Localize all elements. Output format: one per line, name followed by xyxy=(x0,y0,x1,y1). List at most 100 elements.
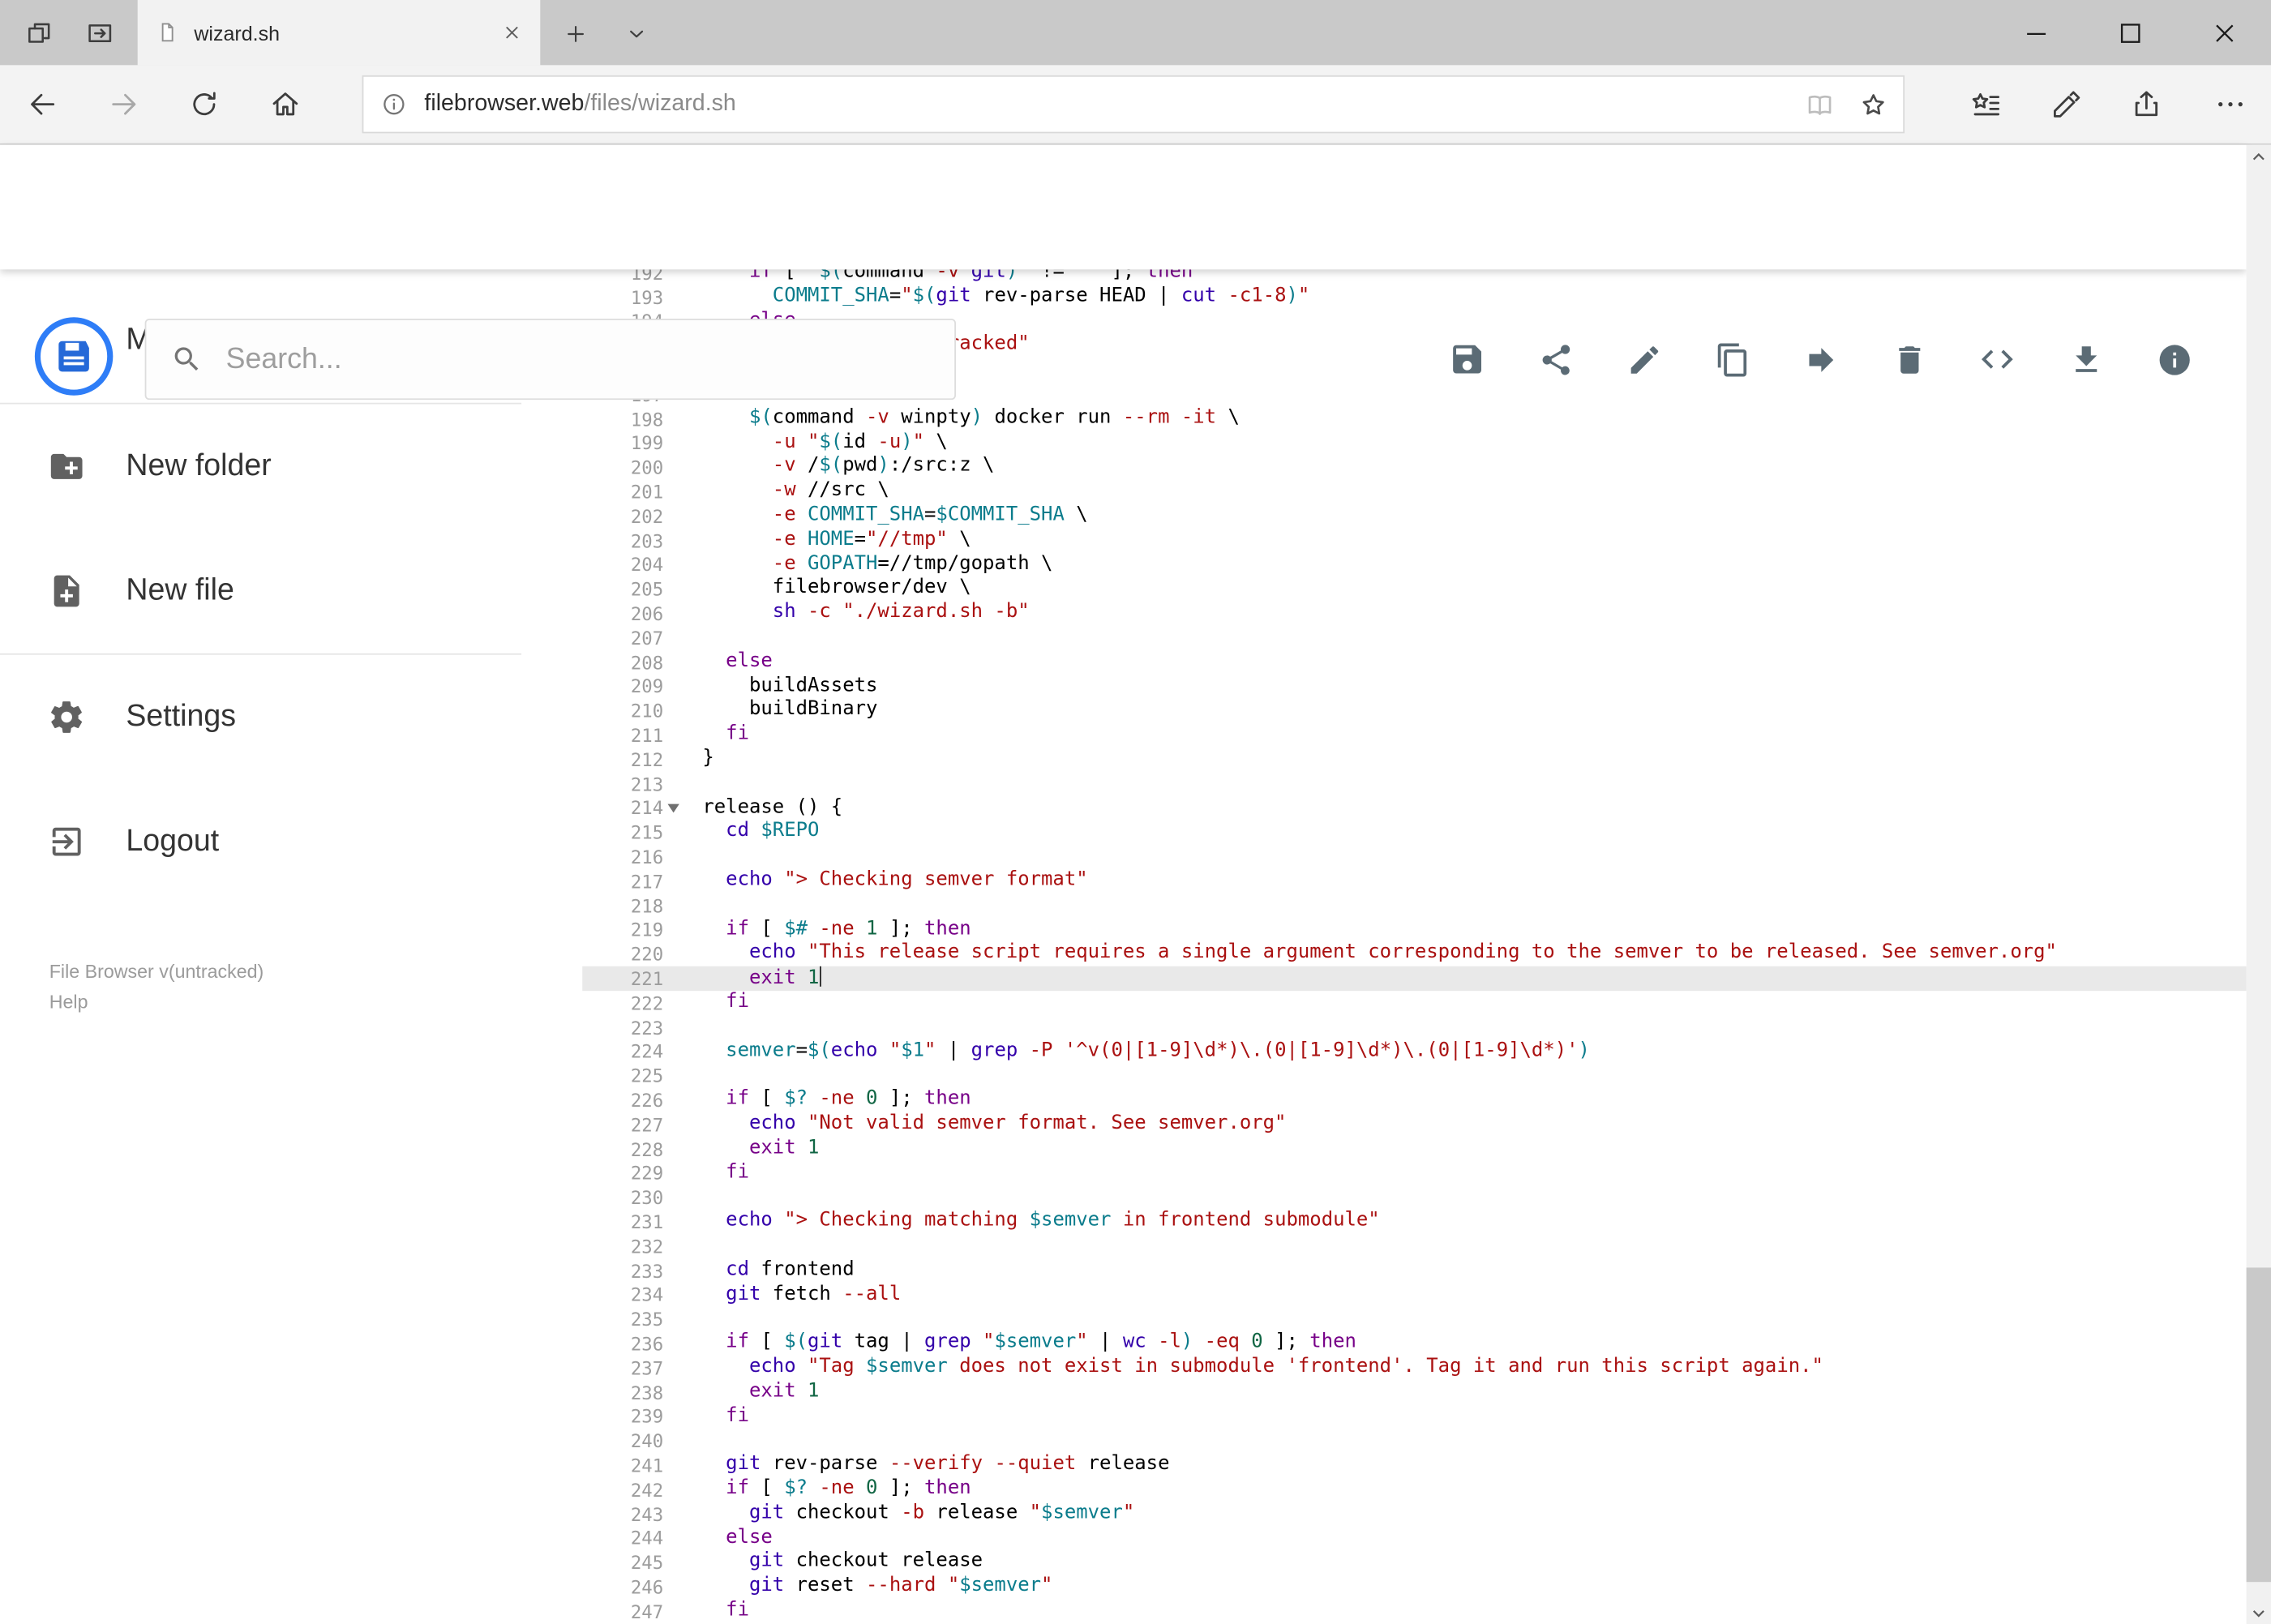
code-line[interactable]: 211 fi xyxy=(582,723,2247,748)
hub-favorites-button[interactable] xyxy=(1956,75,2014,133)
code-line[interactable]: 236 if [ $(git tag | grep "$semver" | wc… xyxy=(582,1331,2247,1356)
code-line[interactable]: 200 -v /$(pwd):/src:z \ xyxy=(582,456,2247,480)
copy-button[interactable] xyxy=(1713,341,1750,378)
code-line[interactable]: 247 fi xyxy=(582,1600,2247,1624)
code-line[interactable]: 240 xyxy=(582,1429,2247,1453)
info-button[interactable] xyxy=(2155,341,2192,378)
search-box[interactable] xyxy=(144,319,956,401)
code-text: exit 1 xyxy=(748,1380,820,1403)
code-line[interactable]: 241 git rev-parse --verify --quiet relea… xyxy=(582,1453,2247,1477)
code-line[interactable]: 198 $(command -v winpty) docker run --rm… xyxy=(582,407,2247,431)
code-line[interactable]: 243 git checkout -b release "$semver" xyxy=(582,1502,2247,1527)
code-line[interactable]: 225 xyxy=(582,1064,2247,1088)
code-line[interactable]: 234 git fetch --all xyxy=(582,1283,2247,1307)
code-line[interactable]: 231 echo "> Checking matching $semver in… xyxy=(582,1210,2247,1234)
share-button[interactable] xyxy=(2118,75,2175,133)
code-line[interactable]: 212} xyxy=(582,748,2247,772)
forward-button[interactable] xyxy=(96,75,153,133)
new-tab-button[interactable] xyxy=(547,6,602,61)
code-line[interactable]: 214 release () { xyxy=(582,796,2247,821)
browser-tab[interactable]: wizard.sh xyxy=(137,0,541,66)
help-link[interactable]: Help xyxy=(49,987,521,1018)
code-line[interactable]: 207 xyxy=(582,626,2247,650)
code-line[interactable]: 213 xyxy=(582,772,2247,796)
code-line[interactable]: 206 sh -c "./wizard.sh -b" xyxy=(582,602,2247,626)
code-line[interactable]: 242 if [ $? -ne 0 ]; then xyxy=(582,1478,2247,1502)
code-line[interactable]: 215 cd $REPO xyxy=(582,821,2247,845)
code-line[interactable]: 233 cd frontend xyxy=(582,1258,2247,1283)
save-button[interactable] xyxy=(1448,341,1485,378)
code-line[interactable]: 217 echo "> Checking semver format" xyxy=(582,869,2247,893)
site-info-icon[interactable] xyxy=(381,92,407,118)
favorite-star-icon[interactable] xyxy=(1858,89,1889,120)
code-line[interactable]: 202 -e COMMIT_SHA=$COMMIT_SHA \ xyxy=(582,504,2247,529)
code-line[interactable]: 204 -e GOPATH=//tmp/gopath \ xyxy=(582,553,2247,577)
close-tab-icon[interactable] xyxy=(501,22,523,44)
scroll-down-button[interactable] xyxy=(2247,1600,2271,1624)
code-line[interactable]: 229 fi xyxy=(582,1161,2247,1185)
sidebar-item-logout[interactable]: Logout xyxy=(0,779,521,904)
code-line[interactable]: 232 xyxy=(582,1234,2247,1258)
fold-arrow-icon[interactable] xyxy=(667,803,679,813)
code-line[interactable]: 226 if [ $? -ne 0 ]; then xyxy=(582,1088,2247,1112)
scrollbar-thumb[interactable] xyxy=(2246,1267,2271,1583)
code-line[interactable]: 219 if [ $# -ne 1 ]; then xyxy=(582,918,2247,942)
code-line[interactable]: 216 xyxy=(582,845,2247,869)
code-line[interactable]: 208 else xyxy=(582,650,2247,675)
code-line[interactable]: 237 echo "Tag $semver does not exist in … xyxy=(582,1356,2247,1380)
line-number: 232 xyxy=(630,1235,664,1258)
code-line[interactable]: 203 -e HOME="//tmp" \ xyxy=(582,529,2247,553)
raw-code-button[interactable] xyxy=(1978,341,2016,378)
code-line[interactable]: 235 xyxy=(582,1307,2247,1331)
sidebar-item-new-file[interactable]: New file xyxy=(0,529,521,653)
share-file-button[interactable] xyxy=(1536,341,1574,378)
home-button[interactable] xyxy=(256,75,314,133)
code-line[interactable]: 201 -w //src \ xyxy=(582,480,2247,504)
code-line[interactable]: 224 semver=$(echo "$1" | grep -P '^v(0|[… xyxy=(582,1039,2247,1064)
maximize-button[interactable] xyxy=(2083,0,2177,65)
tab-preview-button[interactable] xyxy=(72,6,127,61)
download-button[interactable] xyxy=(2067,341,2104,378)
page-scrollbar[interactable] xyxy=(2246,144,2271,1624)
code-line[interactable]: 220 echo "This release script requires a… xyxy=(582,942,2247,966)
code-line[interactable]: 192 if [ "$(command -v git)" != "" ]; th… xyxy=(582,269,2247,285)
line-number: 204 xyxy=(630,554,664,576)
code-line[interactable]: 222 fi xyxy=(582,991,2247,1015)
code-line[interactable]: 239 fi xyxy=(582,1404,2247,1429)
close-window-button[interactable] xyxy=(2177,0,2271,65)
back-button[interactable] xyxy=(13,75,71,133)
code-editor[interactable]: 192 if [ "$(command -v git)" != "" ]; th… xyxy=(582,269,2247,1624)
sidebar-item-new-folder[interactable]: New folder xyxy=(0,405,521,529)
sidebar-item-settings[interactable]: Settings xyxy=(0,655,521,780)
tabs-aside-button[interactable] xyxy=(11,6,66,61)
minimize-button[interactable] xyxy=(1989,0,2083,65)
code-line[interactable]: 199 -u "$(id -u)" \ xyxy=(582,431,2247,456)
code-line[interactable]: 230 xyxy=(582,1185,2247,1210)
code-line[interactable]: 223 xyxy=(582,1015,2247,1039)
code-line[interactable]: 221 exit 1 xyxy=(582,966,2247,992)
code-text: -v /$(pwd):/src:z \ xyxy=(772,455,995,478)
line-number: 227 xyxy=(630,1113,664,1136)
code-line[interactable]: 227 echo "Not valid semver format. See s… xyxy=(582,1112,2247,1137)
more-button[interactable] xyxy=(2201,75,2259,133)
code-line[interactable]: 244 else xyxy=(582,1527,2247,1551)
delete-button[interactable] xyxy=(1890,341,1927,378)
code-line[interactable]: 245 git checkout release xyxy=(582,1551,2247,1575)
code-line[interactable]: 205 filebrowser/dev \ xyxy=(582,577,2247,602)
code-line[interactable]: 193 COMMIT_SHA="$(git rev-parse HEAD | c… xyxy=(582,285,2247,310)
code-line[interactable]: 238 exit 1 xyxy=(582,1380,2247,1404)
code-line[interactable]: 218 xyxy=(582,893,2247,918)
code-line[interactable]: 228 exit 1 xyxy=(582,1137,2247,1161)
code-line[interactable]: 210 buildBinary xyxy=(582,699,2247,723)
move-button[interactable] xyxy=(1802,341,1839,378)
refresh-button[interactable] xyxy=(175,75,233,133)
code-line[interactable]: 246 git reset --hard "$semver" xyxy=(582,1575,2247,1600)
address-bar[interactable]: filebrowser.web/files/wizard.sh xyxy=(362,75,1905,134)
search-input[interactable] xyxy=(223,341,955,378)
scroll-up-button[interactable] xyxy=(2247,145,2271,169)
web-note-button[interactable] xyxy=(2037,75,2095,133)
tab-dropdown-button[interactable] xyxy=(608,6,663,61)
code-line[interactable]: 209 buildAssets xyxy=(582,675,2247,699)
reading-view-icon[interactable] xyxy=(1805,89,1836,120)
rename-button[interactable] xyxy=(1625,341,1662,378)
